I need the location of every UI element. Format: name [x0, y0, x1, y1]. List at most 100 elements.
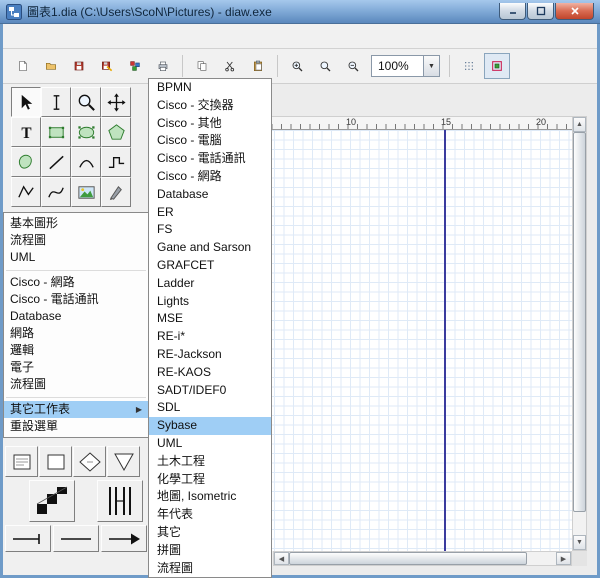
submenu-item[interactable]: RE-i* [149, 328, 271, 346]
bezierline-tool-button[interactable] [41, 177, 71, 207]
line-style-arrow-button[interactable] [101, 525, 147, 552]
snap-to-grid-button[interactable] [484, 53, 510, 79]
text-tool-button[interactable]: T [11, 117, 41, 147]
shape-box-button[interactable] [5, 446, 38, 477]
shape-rect-button[interactable] [39, 446, 72, 477]
line-tool-button[interactable] [41, 147, 71, 177]
scroll-down-button[interactable]: ▼ [573, 535, 586, 550]
textedit-tool-button[interactable] [41, 87, 71, 117]
zoom-in-button[interactable] [284, 53, 310, 79]
submenu-item[interactable]: RE-KAOS [149, 364, 271, 382]
menu-item[interactable] [91, 33, 105, 39]
scroll-up-button[interactable]: ▲ [573, 117, 586, 132]
copy-button[interactable] [189, 53, 215, 79]
ellipse-tool-button[interactable] [71, 117, 101, 147]
submenu-item[interactable]: 其它 [149, 524, 271, 542]
maximize-button[interactable] [527, 3, 554, 20]
grid-toggle-button[interactable] [456, 53, 482, 79]
sheet-menu-item[interactable]: 重設選單 [4, 418, 148, 435]
submenu-item[interactable]: 化學工程 [149, 471, 271, 489]
sheet-menu-item[interactable]: 流程圖 [4, 376, 148, 393]
sheet-menu-item[interactable]: 流程圖 [4, 232, 148, 249]
zoom-value[interactable]: 100% [371, 55, 423, 77]
save-as-button[interactable] [94, 53, 120, 79]
submenu-item[interactable]: Cisco - 交換器 [149, 97, 271, 115]
vertical-scrollbar[interactable]: ▲ ▼ [572, 116, 587, 551]
new-document-button[interactable] [10, 53, 36, 79]
print-button[interactable] [150, 53, 176, 79]
submenu-item[interactable]: 流程圖 [149, 560, 271, 578]
submenu-item[interactable]: Lights [149, 293, 271, 311]
magnify-tool-button[interactable] [71, 87, 101, 117]
sheet-menu-item[interactable]: 基本圖形 [4, 215, 148, 232]
zoom-combobox[interactable]: 100% ▼ [371, 55, 440, 77]
arc-tool-button[interactable] [71, 147, 101, 177]
export-button[interactable] [122, 53, 148, 79]
horizontal-scrollbar[interactable]: ◀ ▶ [273, 551, 572, 566]
submenu-item[interactable]: Database [149, 186, 271, 204]
menu-item[interactable] [105, 33, 119, 39]
sheet-menu-item[interactable]: 網路 [4, 325, 148, 342]
submenu-item[interactable]: 年代表 [149, 506, 271, 524]
line-style-plain-button[interactable] [53, 525, 99, 552]
horizontal-scroll-thumb[interactable] [289, 552, 527, 565]
submenu-item[interactable]: MSE [149, 310, 271, 328]
menu-item[interactable] [49, 33, 63, 39]
vertical-scroll-thumb[interactable] [573, 132, 586, 512]
outline-tool-button[interactable] [101, 177, 131, 207]
submenu-item[interactable]: Cisco - 其他 [149, 115, 271, 133]
submenu-item[interactable]: GRAFCET [149, 257, 271, 275]
shape-diamond-button[interactable] [73, 446, 106, 477]
image-tool-button[interactable] [71, 177, 101, 207]
cut-button[interactable] [217, 53, 243, 79]
shape-triangle-button[interactable] [107, 446, 140, 477]
submenu-item[interactable]: Gane and Sarson [149, 239, 271, 257]
submenu-item[interactable]: RE-Jackson [149, 346, 271, 364]
submenu-item[interactable]: 土木工程 [149, 453, 271, 471]
submenu-item[interactable]: ER [149, 204, 271, 222]
scroll-left-button[interactable]: ◀ [274, 552, 289, 565]
box-tool-button[interactable] [41, 117, 71, 147]
scroll-tool-button[interactable] [101, 87, 131, 117]
menu-item[interactable] [35, 33, 49, 39]
zoom-dropdown-arrow-icon[interactable]: ▼ [423, 55, 440, 77]
zoom-button[interactable] [312, 53, 338, 79]
open-button[interactable] [38, 53, 64, 79]
submenu-item[interactable]: Sybase [149, 417, 271, 435]
shape-stairs-button[interactable] [29, 480, 75, 522]
sheet-menu-item[interactable] [4, 393, 148, 401]
paste-button[interactable] [245, 53, 271, 79]
submenu-item[interactable]: Cisco - 電腦 [149, 132, 271, 150]
shape-wall-button[interactable] [97, 480, 143, 522]
zigzagline-tool-button[interactable] [101, 147, 131, 177]
sheet-menu-item[interactable]: Cisco - 電話通訊 [4, 291, 148, 308]
zoom-out-button[interactable] [340, 53, 366, 79]
titlebar[interactable]: 圖表1.dia (C:\Users\ScoN\Pictures) - diaw.… [0, 0, 600, 24]
sheet-menu-item[interactable]: 其它工作表 ▶ [4, 401, 148, 418]
modify-tool-button[interactable] [11, 87, 41, 117]
submenu-item[interactable]: 地圖, Isometric [149, 488, 271, 506]
submenu-item[interactable]: 拼圖 [149, 542, 271, 560]
submenu-item[interactable]: Cisco - 電話通訊 [149, 150, 271, 168]
submenu-item[interactable]: BPMN [149, 79, 271, 97]
minimize-button[interactable] [499, 3, 526, 20]
line-style-tee-button[interactable] [5, 525, 51, 552]
menu-item[interactable] [63, 33, 77, 39]
scroll-right-button[interactable]: ▶ [556, 552, 571, 565]
submenu-item[interactable]: FS [149, 221, 271, 239]
polygon-tool-button[interactable] [101, 117, 131, 147]
menu-item[interactable] [21, 33, 35, 39]
close-button[interactable] [555, 3, 594, 20]
menu-item[interactable] [7, 33, 21, 39]
submenu-item[interactable]: Ladder [149, 275, 271, 293]
submenu-item[interactable]: UML [149, 435, 271, 453]
save-button[interactable] [66, 53, 92, 79]
menu-item[interactable] [119, 33, 133, 39]
submenu-item[interactable]: SADT/IDEF0 [149, 382, 271, 400]
beziergon-tool-button[interactable] [11, 147, 41, 177]
sheet-menu-item[interactable]: Cisco - 網路 [4, 274, 148, 291]
menu-item[interactable] [77, 33, 91, 39]
sheet-menu-item[interactable]: 邏輯 [4, 342, 148, 359]
sheet-menu-item[interactable]: Database [4, 308, 148, 325]
sheet-menu-item[interactable]: UML [4, 249, 148, 266]
